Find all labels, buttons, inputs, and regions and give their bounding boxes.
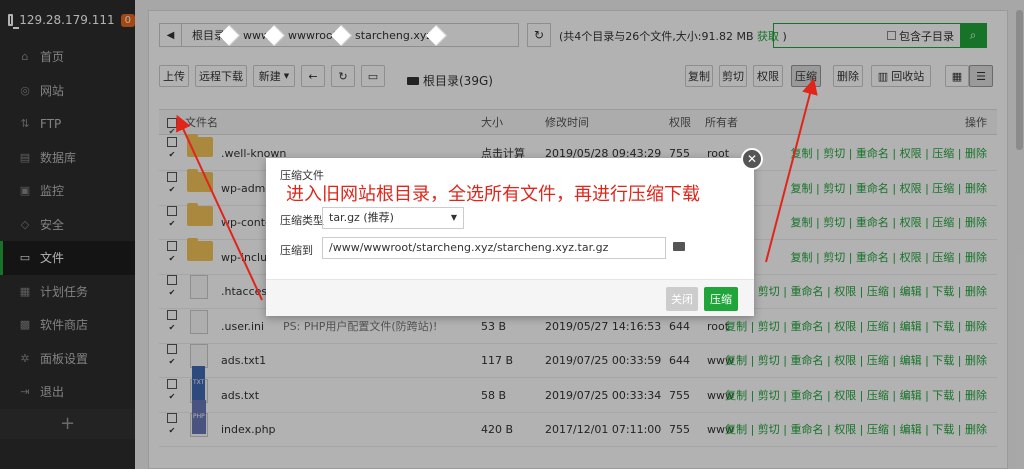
arrow-to-compress [765, 78, 818, 263]
arrow-to-select-all [176, 114, 263, 301]
annotation-arrows [176, 78, 818, 301]
